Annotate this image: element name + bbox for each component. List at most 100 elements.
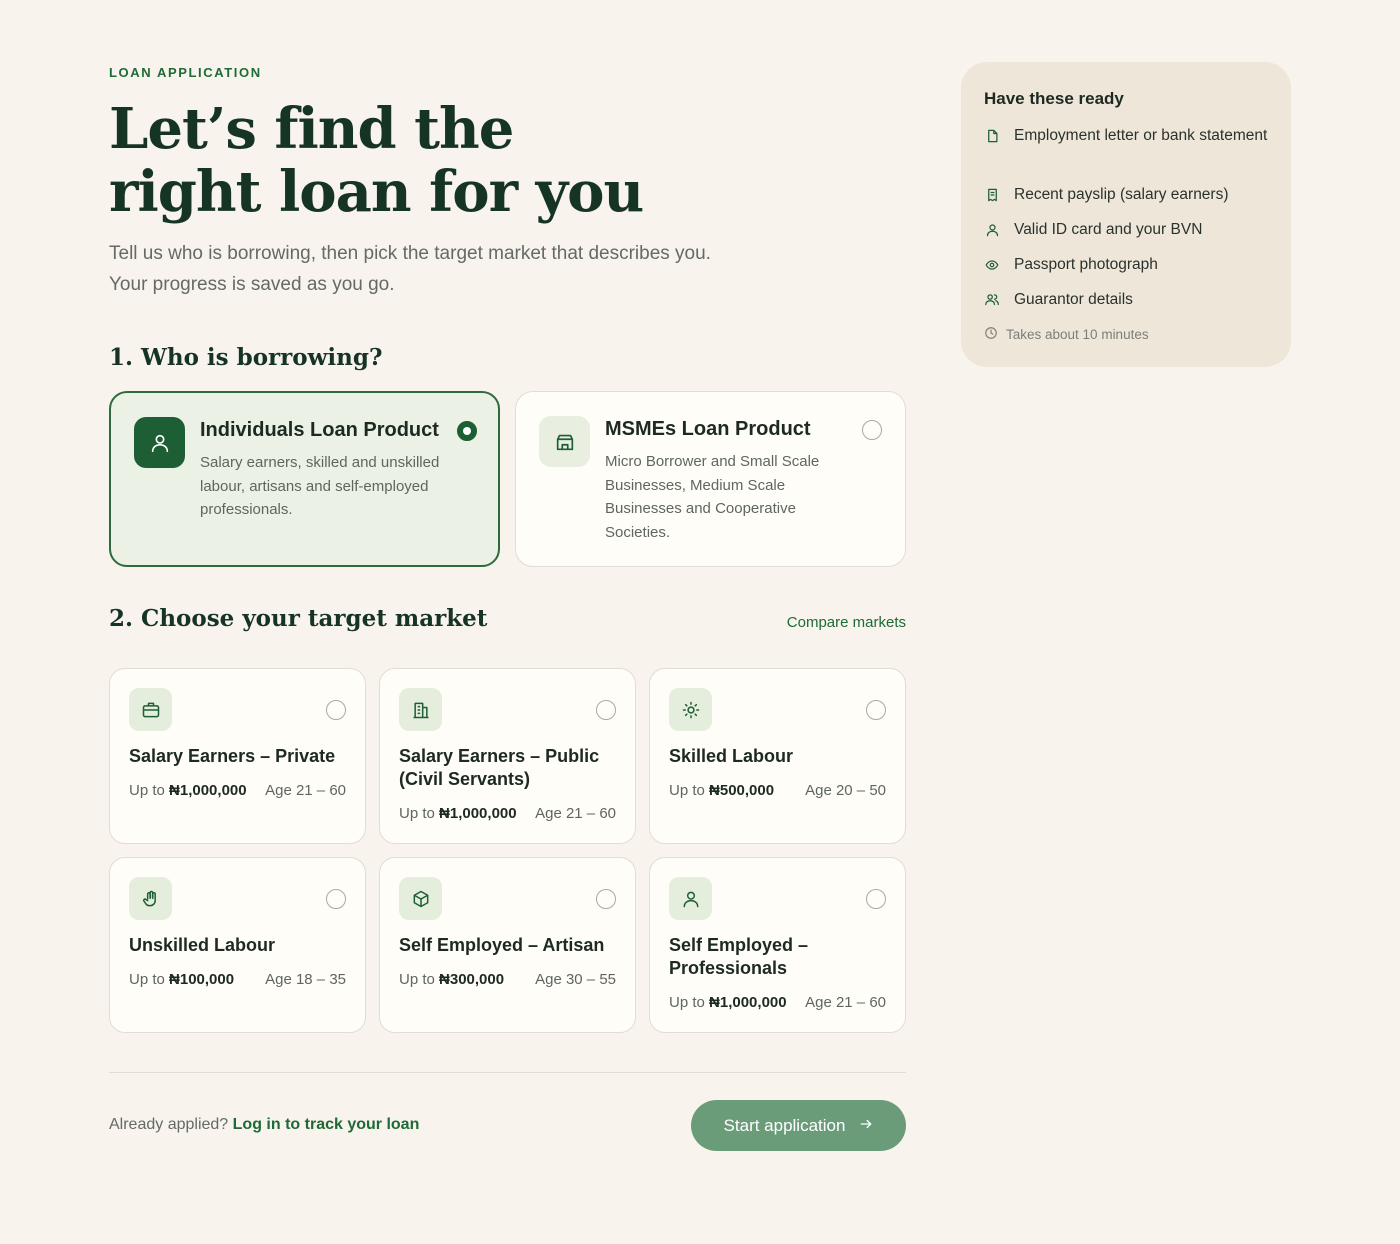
up-to-label: Up to	[669, 782, 705, 799]
building-icon	[399, 688, 442, 731]
up-to-label: Up to	[669, 994, 705, 1011]
duration-note: Takes about 10 minutes	[984, 326, 1149, 343]
market-radio[interactable]	[326, 700, 346, 720]
already-applied-text: Already applied? Log in to track your lo…	[109, 1116, 419, 1134]
market-age: Age 30 – 55	[535, 971, 616, 988]
up-to-label: Up to	[399, 971, 435, 988]
requirement-text: Passport photograph	[1014, 256, 1158, 273]
storefront-icon	[539, 416, 590, 467]
compare-markets-link[interactable]: Compare markets	[787, 614, 906, 631]
market-age: Age 21 – 60	[805, 994, 886, 1011]
borrower-section-heading: 1. Who is borrowing?	[109, 344, 383, 371]
market-radio[interactable]	[596, 700, 616, 720]
amount-value: ₦1,000,000	[709, 994, 787, 1011]
amount-value: ₦300,000	[439, 971, 505, 988]
requirement-text: Employment letter or bank statement	[1014, 127, 1268, 144]
person-icon	[134, 417, 185, 468]
requirement-text: Valid ID card and your BVN	[1014, 221, 1203, 238]
page-title: Let’s find the right loan for you	[109, 98, 809, 224]
requirement-item: Passport photograph	[984, 253, 1274, 276]
requirements-panel: Have these ready Employment letter or ba…	[961, 62, 1291, 367]
person-icon	[669, 877, 712, 920]
eye-icon	[984, 258, 1000, 272]
market-amount: Up to ₦100,000	[129, 971, 234, 988]
market-amount: Up to ₦1,000,000	[129, 782, 247, 799]
market-amount: Up to ₦1,000,000	[399, 805, 517, 822]
box-icon	[399, 877, 442, 920]
duration-text: Takes about 10 minutes	[1006, 327, 1149, 342]
page-subtitle: Tell us who is borrowing, then pick the …	[109, 238, 789, 300]
hand-icon	[129, 877, 172, 920]
market-age: Age 20 – 50	[805, 782, 886, 799]
up-to-label: Up to	[129, 782, 165, 799]
market-age: Age 21 – 60	[265, 782, 346, 799]
borrower-radio[interactable]	[862, 420, 882, 440]
sun-gear-icon	[669, 688, 712, 731]
borrower-option-description: Micro Borrower and Small Scale Businesse…	[605, 453, 820, 541]
market-radio[interactable]	[866, 889, 886, 909]
market-card-title: Self Employed – Professionals	[669, 935, 809, 978]
start-application-button[interactable]: Start application	[691, 1100, 906, 1151]
market-card-title: Skilled Labour	[669, 746, 794, 766]
briefcase-icon	[129, 688, 172, 731]
market-card-meta: Up to ₦1,000,000 Age 21 – 60	[399, 805, 616, 822]
borrower-option-title: Individuals Loan Product	[200, 419, 439, 441]
borrower-option-individuals[interactable]: Individuals Loan Product Salary earners,…	[109, 391, 500, 567]
footer-divider	[109, 1072, 906, 1073]
up-to-label: Up to	[399, 805, 435, 822]
market-age: Age 18 – 35	[265, 971, 346, 988]
start-application-label: Start application	[723, 1115, 846, 1135]
amount-value: ₦500,000	[709, 782, 775, 799]
page-title-line-1: Let’s find the	[109, 96, 514, 162]
people-icon	[984, 292, 1000, 307]
clock-icon	[984, 326, 998, 343]
market-card-unskilled-labour[interactable]: Unskilled Labour Up to ₦100,000 Age 18 –…	[109, 857, 366, 1033]
page-subtitle-line-1: Tell us who is borrowing, then pick the …	[109, 243, 711, 264]
document-icon	[984, 128, 1000, 144]
market-card-self-employed-professionals[interactable]: Self Employed – Professionals Up to ₦1,0…	[649, 857, 906, 1033]
receipt-icon	[984, 187, 1000, 203]
market-card-salary-public[interactable]: Salary Earners – Public (Civil Servants)…	[379, 668, 636, 844]
market-section-heading: 2. Choose your target market	[109, 605, 488, 632]
market-age: Age 21 – 60	[535, 805, 616, 822]
market-radio[interactable]	[326, 889, 346, 909]
requirement-text: Recent payslip (salary earners)	[1014, 186, 1229, 203]
market-amount: Up to ₦300,000	[399, 971, 504, 988]
amount-value: ₦1,000,000	[439, 805, 517, 822]
market-radio[interactable]	[596, 889, 616, 909]
market-card-meta: Up to ₦100,000 Age 18 – 35	[129, 971, 346, 988]
eyebrow-label: LOAN APPLICATION	[109, 65, 262, 80]
amount-value: ₦1,000,000	[169, 782, 247, 799]
arrow-right-icon	[859, 1116, 873, 1136]
requirement-item: Valid ID card and your BVN	[984, 218, 1274, 241]
requirements-title: Have these ready	[984, 89, 1124, 108]
amount-value: ₦100,000	[169, 971, 235, 988]
market-card-self-employed-artisan[interactable]: Self Employed – Artisan Up to ₦300,000 A…	[379, 857, 636, 1033]
market-card-title: Salary Earners – Private	[129, 746, 336, 766]
already-applied-label: Already applied?	[109, 1116, 229, 1133]
borrower-radio-selected[interactable]	[457, 421, 477, 441]
market-card-meta: Up to ₦300,000 Age 30 – 55	[399, 971, 616, 988]
page-title-line-2: right loan for you	[109, 159, 644, 225]
borrower-option-description: Salary earners, skilled and unskilled la…	[200, 454, 440, 518]
requirement-item: Recent payslip (salary earners)	[984, 183, 1274, 206]
login-track-loan-link[interactable]: Log in to track your loan	[233, 1116, 420, 1133]
borrower-option-msmes[interactable]: MSMEs Loan Product Micro Borrower and Sm…	[515, 391, 906, 567]
market-card-title: Unskilled Labour	[129, 935, 276, 955]
market-card-salary-private[interactable]: Salary Earners – Private Up to ₦1,000,00…	[109, 668, 366, 844]
requirement-text: Guarantor details	[1014, 291, 1133, 308]
requirement-item: Employment letter or bank statement	[984, 124, 1274, 147]
market-card-title: Self Employed – Artisan	[399, 935, 605, 955]
person-icon	[984, 222, 1000, 238]
market-card-meta: Up to ₦500,000 Age 20 – 50	[669, 782, 886, 799]
market-card-skilled-labour[interactable]: Skilled Labour Up to ₦500,000 Age 20 – 5…	[649, 668, 906, 844]
market-card-title: Salary Earners – Public (Civil Servants)	[399, 746, 600, 789]
market-card-meta: Up to ₦1,000,000 Age 21 – 60	[129, 782, 346, 799]
up-to-label: Up to	[129, 971, 165, 988]
market-card-meta: Up to ₦1,000,000 Age 21 – 60	[669, 994, 886, 1011]
market-amount: Up to ₦500,000	[669, 782, 774, 799]
borrower-option-title: MSMEs Loan Product	[605, 418, 811, 440]
requirement-item: Guarantor details	[984, 288, 1274, 311]
page-subtitle-line-2: Your progress is saved as you go.	[109, 274, 395, 295]
market-radio[interactable]	[866, 700, 886, 720]
